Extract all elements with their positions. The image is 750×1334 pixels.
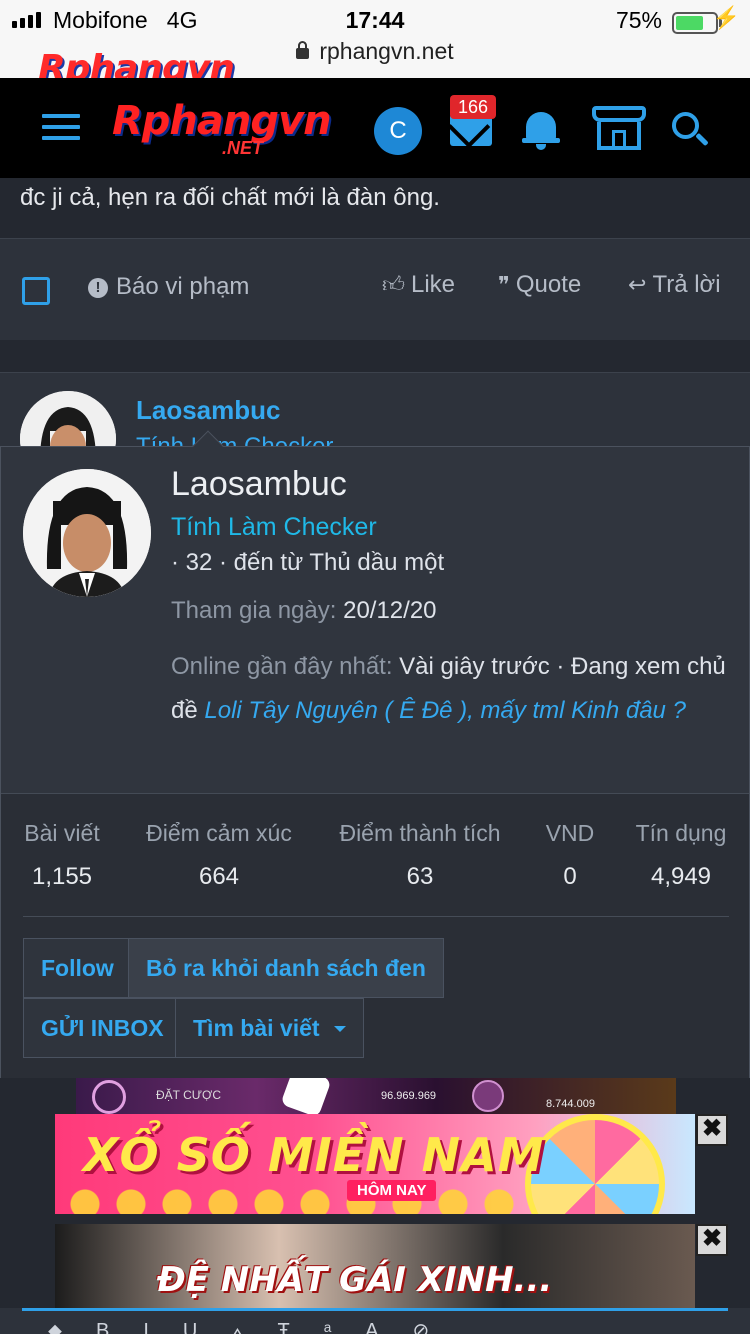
post-body-text: đc ji cả, hẹn ra đối chất mới là đàn ông… — [20, 184, 440, 211]
site-logo-suffix: .NET — [222, 138, 264, 158]
member-stats: Bài viết 1,155 Điểm cảm xúc 664 Điểm thành… — [1, 793, 749, 1078]
lock-icon — [296, 41, 310, 59]
member-title: Tính Làm Checker — [171, 513, 377, 541]
report-button[interactable]: ! Báo vi phạm — [88, 273, 249, 301]
close-ad-icon[interactable]: ✖ — [696, 1114, 728, 1146]
thumbs-up-icon: 👍︎ — [382, 272, 405, 297]
site-navbar: Rphangvn .NET C 166 — [0, 78, 750, 178]
reply-button[interactable]: ↩ Trả lời — [628, 271, 721, 299]
ad-banner-lottery[interactable]: XỔ SỐ MIỀN NAM HÔM NAY — [55, 1114, 695, 1214]
prize-wheel-graphic — [525, 1114, 665, 1214]
viewing-thread-link[interactable]: Loli Tây Nguyên ( Ê Đê ), mấy tml Kinh đ… — [204, 697, 686, 724]
member-name[interactable]: Laosambuc — [171, 465, 347, 504]
stat-vnd: VND 0 — [545, 820, 595, 890]
close-ad-icon[interactable]: ✖ — [696, 1224, 728, 1256]
next-post-header: Laosambuc Tính Làm Checker — [0, 372, 750, 487]
follow-button[interactable]: Follow — [23, 938, 132, 998]
battery-icon — [672, 12, 722, 34]
ad-strip-casino[interactable]: ĐẶT CƯỢC 96.969.969 8.744.009 — [76, 1078, 676, 1114]
member-avatar[interactable] — [23, 469, 151, 597]
stat-posts: Bài viết 1,155 — [24, 820, 100, 890]
store-icon[interactable] — [592, 106, 646, 152]
coin-icon — [92, 1080, 126, 1114]
member-last-seen: Online gần đây nhất: Vài giây trước · Đa… — [171, 653, 726, 724]
editor-toolbar: ⬥BIU∧ŦᵃΑ⊘ — [0, 1308, 750, 1334]
unblock-button[interactable]: Bỏ ra khỏi danh sách đen — [128, 938, 444, 998]
coin-icon — [472, 1080, 504, 1112]
quote-button[interactable]: ❞ Quote — [498, 271, 581, 299]
select-post-checkbox[interactable] — [22, 277, 50, 305]
stat-reactions: Điểm cảm xúc 664 — [146, 820, 292, 890]
editor-tool-icons[interactable]: ⬥BIU∧ŦᵃΑ⊘ — [48, 1318, 463, 1334]
dice-icon — [280, 1078, 332, 1114]
inbox-count-badge: 166 — [450, 95, 497, 119]
post-actions-bar: ! Báo vi phạm 👍︎ Like ❞ Quote ↩ Trả lời — [0, 238, 750, 340]
member-joined: Tham gia ngày: 20/12/20 — [171, 597, 437, 624]
find-posts-button[interactable]: Tìm bài viết — [175, 998, 364, 1058]
bell-icon[interactable] — [522, 108, 560, 150]
author-name[interactable]: Laosambuc — [136, 395, 281, 426]
menu-icon[interactable] — [42, 114, 80, 142]
search-icon[interactable] — [672, 112, 709, 148]
reply-icon: ↩ — [628, 272, 647, 297]
stats-divider — [23, 916, 729, 917]
chevron-down-icon — [333, 1026, 346, 1032]
quote-icon: ❞ — [498, 272, 510, 297]
charging-icon: ⚡ — [712, 5, 740, 30]
member-tooltip-card: Laosambuc Tính Làm Checker · 32 · đến từ… — [0, 430, 750, 1078]
status-bar: Mobifone 4G 17:44 75% ⚡ rphangvn.net Rph… — [0, 0, 750, 89]
stat-trophies: Điểm thành tích 63 — [339, 820, 501, 890]
coins-graphic — [65, 1184, 525, 1214]
alert-icon: ! — [88, 278, 108, 298]
battery-percent: 75% — [615, 7, 662, 33]
like-button[interactable]: 👍︎ Like — [382, 271, 455, 299]
stat-credit: Tín dụng 4,949 — [635, 820, 727, 890]
member-meta: · 32 · đến từ Thủ dầu một — [171, 549, 445, 576]
send-inbox-button[interactable]: GỬI INBOX — [23, 998, 182, 1058]
user-avatar[interactable]: C — [374, 107, 422, 155]
